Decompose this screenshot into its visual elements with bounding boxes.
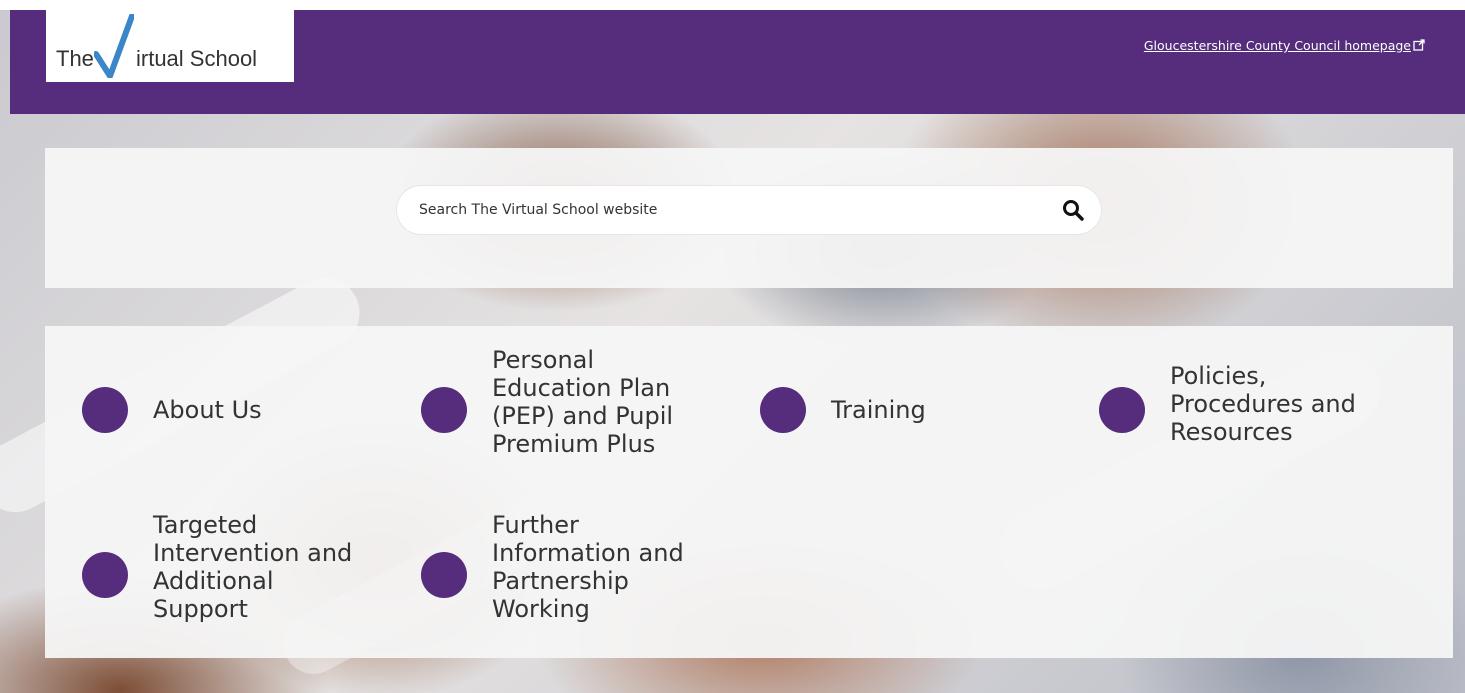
nav-bullet-icon — [1099, 387, 1145, 433]
nav-bullet-icon — [82, 387, 128, 433]
nav-bullet-icon — [82, 552, 128, 598]
main-navigation: About Us Personal Education Plan (PEP) a… — [45, 326, 1453, 658]
nav-item-policies-procedures-resources[interactable]: Policies, Procedures and Resources — [1062, 326, 1382, 486]
council-homepage-link[interactable]: Gloucestershire County Council homepage — [1144, 38, 1425, 53]
top-white-bar — [0, 0, 1465, 10]
nav-bullet-icon — [760, 387, 806, 433]
search-box — [397, 186, 1101, 234]
nav-item-about-us[interactable]: About Us — [45, 326, 365, 486]
nav-item-further-information[interactable]: Further Information and Partnership Work… — [384, 491, 704, 651]
nav-item-label: Targeted Intervention and Additional Sup… — [153, 511, 353, 623]
nav-item-label: Training — [831, 396, 926, 424]
nav-item-training[interactable]: Training — [723, 326, 1043, 486]
nav-item-personal-education-plan[interactable]: Personal Education Plan (PEP) and Pupil … — [384, 326, 704, 486]
external-link-icon — [1413, 39, 1425, 51]
nav-item-targeted-intervention[interactable]: Targeted Intervention and Additional Sup… — [45, 491, 365, 651]
page: The irtual School Gloucestershire County… — [0, 0, 1465, 693]
search-panel — [45, 148, 1453, 288]
nav-item-label: About Us — [153, 396, 262, 424]
logo-text: The irtual School — [56, 46, 257, 72]
search-input[interactable] — [419, 198, 1039, 222]
virtual-school-logo[interactable]: The irtual School — [46, 10, 294, 82]
logo-text-the: The — [56, 46, 94, 71]
nav-item-label: Further Information and Partnership Work… — [492, 511, 684, 623]
search-icon[interactable] — [1061, 198, 1085, 222]
nav-bullet-icon — [421, 387, 467, 433]
site-header: The irtual School Gloucestershire County… — [10, 10, 1465, 114]
council-homepage-link-label: Gloucestershire County Council homepage — [1143, 38, 1411, 53]
nav-item-label: Policies, Procedures and Resources — [1170, 362, 1356, 446]
logo-checkmark-icon — [94, 14, 134, 78]
logo-text-irtual-school: irtual School — [136, 46, 258, 71]
nav-bullet-icon — [421, 552, 467, 598]
nav-item-label: Personal Education Plan (PEP) and Pupil … — [492, 346, 674, 458]
